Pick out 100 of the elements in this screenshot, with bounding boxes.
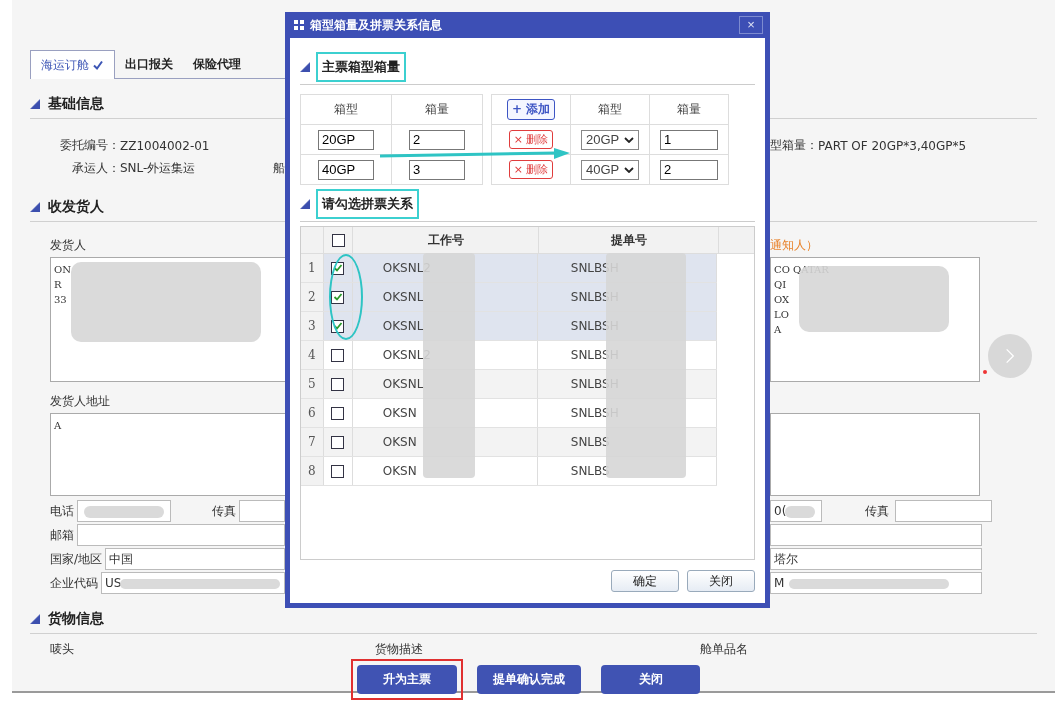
text-line: OX [774,293,791,306]
table-cell: SNLBS [570,464,610,478]
field-label: 传真 [212,502,236,520]
checkbox[interactable] [331,464,345,478]
text-line: A [774,323,783,336]
field-label: 发货人地址 [50,393,111,410]
checkbox[interactable] [331,290,345,304]
text-line: A [54,419,63,432]
table-cell: OKSNL2 [382,261,431,275]
input-field[interactable]: 0( [770,500,822,522]
table-cell: OKSNL [382,290,424,304]
checkbox[interactable] [331,261,345,275]
input-field[interactable] [77,500,171,522]
field-value: ZZ1004002-01 [120,138,210,153]
select-field[interactable]: 20GP [581,129,639,150]
column-header: 箱量 [391,94,483,125]
action-button[interactable]: 升为主票 [357,665,457,694]
table-cell: OKSNL [382,377,424,391]
text-line: ON [54,263,72,276]
section-title: 货物信息 [48,610,104,628]
input-field[interactable]: 塔尔 [770,548,982,570]
field-label: 承运人： [71,160,120,177]
field-value: SNL-外运集运 [120,160,196,177]
input-field[interactable]: 20GP [318,129,374,150]
field-value: M [774,576,785,590]
table-cell: OKSNL [382,319,424,333]
add-button[interactable]: + 添加 [506,99,556,120]
table-cell: OKSN [382,406,417,420]
column-header: 箱型 [300,94,392,125]
delete-button[interactable]: × 删除 [508,130,554,149]
text-line: R [54,278,63,291]
input-field[interactable]: 2 [409,129,465,150]
checkbox[interactable] [331,377,345,391]
action-button[interactable]: 提单确认完成 [477,665,581,694]
input-field[interactable] [770,524,982,546]
input-field[interactable]: 2 [660,159,718,180]
checkbox[interactable] [331,406,345,420]
section-title: 收发货人 [48,198,104,216]
row-number: 2 [301,283,324,311]
field-label: 唛头 [50,642,74,656]
dialog-title: 箱型箱量及拼票关系信息 [310,16,442,34]
row-number: 8 [301,457,324,485]
row-number: 4 [301,341,324,369]
dialog-button[interactable]: 确定 [611,570,679,592]
checkbox[interactable] [331,348,345,362]
field-label: 通知人） [770,237,819,254]
field-label: 国家/地区 [50,550,103,568]
delete-button[interactable]: × 删除 [508,160,554,179]
field-value: 塔尔 [774,550,798,568]
input-field[interactable]: M [770,572,982,594]
field-label: 发货人 [50,237,87,254]
field-label: 货物描述 [375,642,423,656]
section-title: 请勾选拼票关系 [316,189,419,219]
checkbox[interactable] [331,319,345,333]
input-field[interactable]: US [101,572,285,594]
input-field[interactable]: 40GP [318,159,374,180]
select-field[interactable]: 40GP [581,159,639,180]
grid-icon [294,20,304,30]
checkbox[interactable] [331,435,345,449]
column-header: 箱型 [570,94,650,125]
row-number: 1 [301,254,324,282]
caret-icon [624,136,634,143]
field-label: 电话 [50,502,74,520]
table-cell: OKSN [382,464,417,478]
chevron-icon [1005,347,1015,365]
field-label: 传真 [865,502,889,520]
checkbox[interactable] [331,233,345,247]
table-cell: OKSNL2 [382,348,431,362]
text-line: LO [774,308,790,321]
table-cell: SNLBS [570,435,610,449]
dialog-button[interactable]: 关闭 [687,570,755,592]
tab[interactable]: 保险代理 [183,51,251,78]
field-value: 中国 [109,550,134,568]
field-label: 船 [273,160,285,177]
field-value: US [105,576,122,590]
field-label: 舱单品名 [700,642,748,656]
action-button[interactable]: 关闭 [601,665,700,694]
table-cell: OKSN [382,435,417,449]
row-number: 6 [301,399,324,427]
field-label: 型箱量： [770,137,818,154]
caret-icon [624,166,634,173]
input-field[interactable] [77,524,285,546]
field-value: PART OF 20GP*3,40GP*5 [818,138,967,153]
tab[interactable]: 海运订舱 [30,50,115,79]
input-field[interactable] [895,500,992,522]
section-title: 主票箱型箱量 [316,52,406,82]
input-field[interactable] [239,500,285,522]
text-line: 33 [54,293,68,306]
section-title: 基础信息 [48,95,104,113]
field-label: 邮箱 [50,526,74,544]
check-icon [92,59,104,71]
input-field[interactable]: 1 [660,129,718,150]
tab[interactable]: 出口报关 [115,51,183,78]
input-field[interactable]: 中国 [105,548,285,570]
input-field[interactable]: 3 [409,159,465,180]
column-header: 箱量 [649,94,729,125]
close-button[interactable]: × [739,16,763,34]
row-number: 3 [301,312,324,340]
text-line: QI [774,278,788,291]
field-value: 0( [774,504,787,518]
